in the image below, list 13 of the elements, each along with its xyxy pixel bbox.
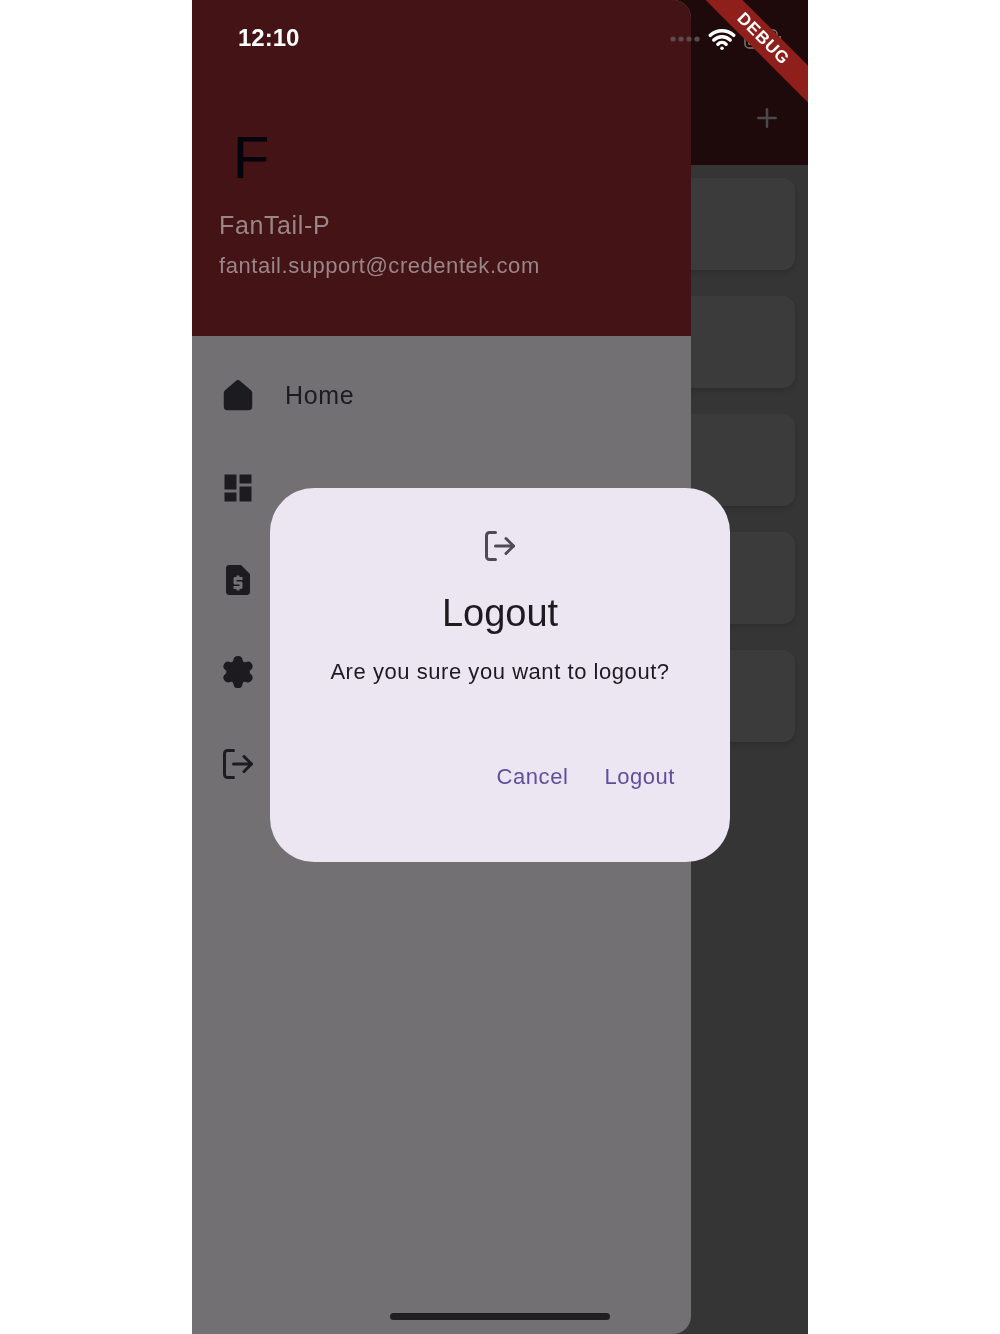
account-name: FanTail-P: [219, 210, 331, 240]
dialog-title: Logout: [441, 591, 559, 636]
avatar: F: [231, 123, 271, 193]
confirm-button[interactable]: Logout: [593, 752, 686, 801]
account-email: fantail.support@credentek.com: [219, 252, 540, 280]
dialog-message: Are you sure you want to logout?: [330, 658, 670, 686]
settings-icon[interactable]: [220, 654, 256, 690]
drawer-item[interactable]: Home: [220, 350, 691, 442]
logout-icon[interactable]: [220, 746, 256, 782]
signal-icon: [670, 36, 700, 42]
cancel-button[interactable]: Cancel: [485, 752, 580, 801]
status-time: 12:10: [238, 23, 300, 53]
logout-icon: [482, 528, 518, 564]
